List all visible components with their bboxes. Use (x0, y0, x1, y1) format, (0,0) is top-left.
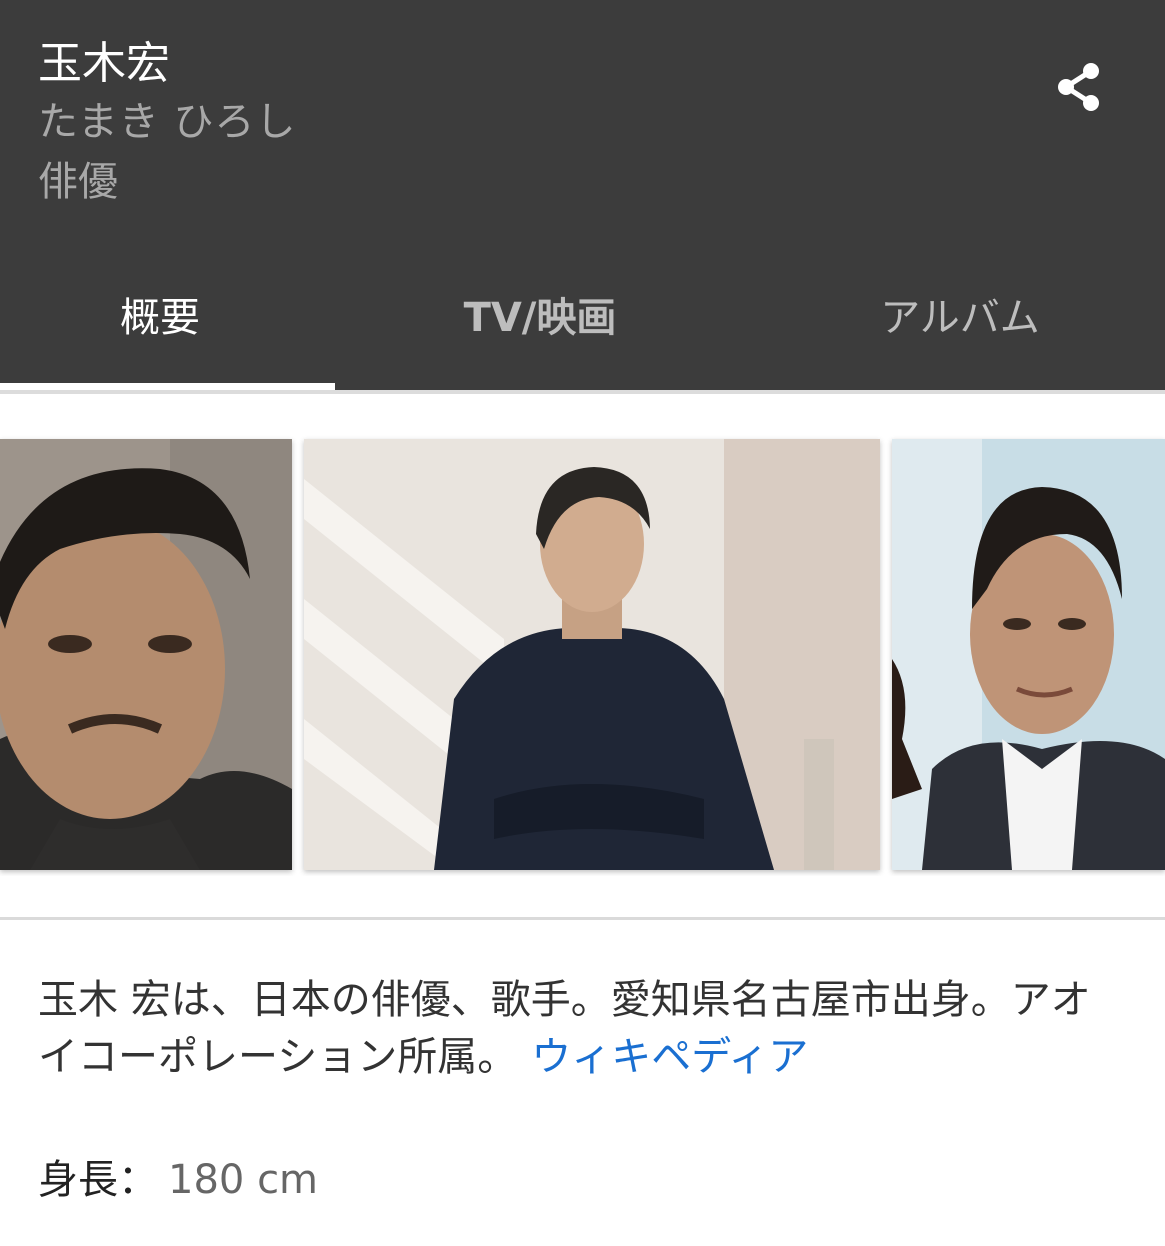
photo-2[interactable] (304, 439, 880, 870)
share-button[interactable] (1046, 56, 1112, 122)
divider (0, 917, 1165, 920)
active-tab-indicator (0, 383, 335, 390)
tab-tv-movies[interactable]: TV/映画 (380, 247, 700, 390)
entity-summary: 玉木 宏は、日本の俳優、歌手。愛知県名古屋市出身。アオイコーポレーション所属。ウ… (38, 972, 1128, 1086)
photo-1[interactable] (0, 439, 292, 870)
panel-tabs: 概要 TV/映画 アルバム (0, 247, 1165, 390)
share-icon (1058, 63, 1099, 111)
entity-occupation: 俳優 (38, 159, 118, 205)
fact-value: 180 cm (168, 1157, 319, 1203)
tab-overview[interactable]: 概要 (0, 247, 320, 390)
tab-tv-movies-label: TV/映画 (463, 295, 617, 341)
tab-album[interactable]: アルバム (800, 247, 1120, 390)
portrait-photo-icon (304, 439, 880, 870)
wikipedia-link[interactable]: ウィキペディア (531, 1034, 808, 1080)
fact-height: 身長： 180 cm (38, 1152, 318, 1209)
knowledge-panel-header: 玉木宏 たまき ひろし 俳優 (0, 0, 1165, 247)
entity-name: 玉木宏 (38, 38, 170, 89)
entity-reading: たまき ひろし (38, 99, 297, 145)
photo-3[interactable] (892, 439, 1165, 870)
divider (0, 390, 1165, 394)
portrait-photo-icon (892, 439, 1165, 870)
photo-carousel[interactable] (0, 434, 1165, 876)
fact-label: 身長： (38, 1157, 158, 1203)
portrait-photo-icon (0, 439, 292, 870)
